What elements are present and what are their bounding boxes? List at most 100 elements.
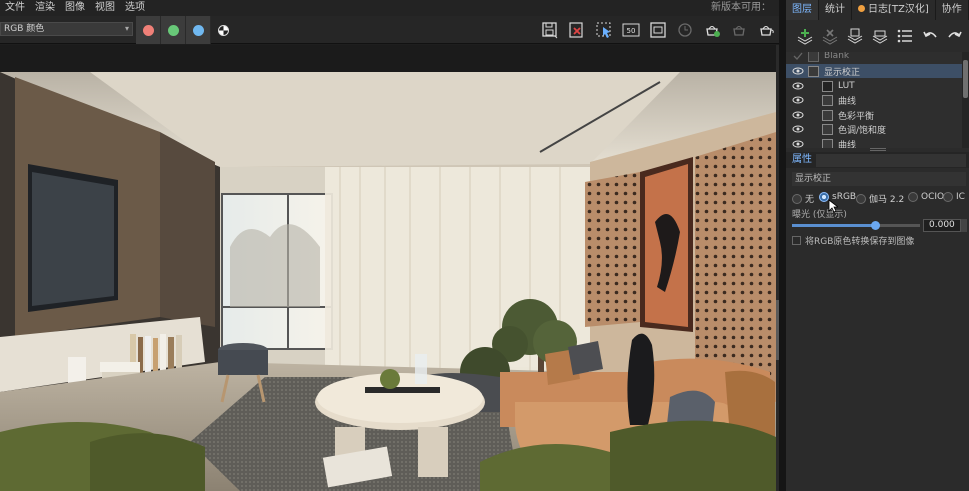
layer-row[interactable]: Blank: [786, 52, 962, 63]
properties-tab[interactable]: 属性: [792, 152, 812, 168]
display-mode-value: RGB 颜色: [4, 24, 45, 34]
save-image-button[interactable]: [537, 18, 563, 42]
undo-icon: [922, 31, 937, 38]
redo-icon: [947, 31, 962, 38]
layers-list: Blank 显示校正 LUT 曲线 色彩平衡 色调/饱和度 曲线: [786, 52, 969, 148]
lock-icon: [678, 23, 692, 37]
fit-window-button[interactable]: [645, 18, 671, 42]
panel-splitter[interactable]: [779, 0, 786, 491]
green-channel-icon: [167, 24, 179, 36]
layer-label: 曲线: [838, 96, 857, 107]
eye-icon[interactable]: [792, 94, 804, 106]
menu-image[interactable]: 图像: [60, 0, 90, 16]
eye-icon[interactable]: [792, 109, 804, 121]
radio-label: 无: [805, 195, 815, 205]
menu-options[interactable]: 选项: [120, 0, 150, 16]
redo-button[interactable]: [942, 24, 967, 48]
list-icon: [897, 29, 912, 43]
hue-saturation-icon: [822, 123, 833, 135]
tab-log-label: 日志[TZ汉化]: [868, 4, 929, 15]
exposure-label: 曝光 (仅显示): [792, 210, 847, 220]
render-viewport[interactable]: [0, 45, 779, 491]
red-channel-button[interactable]: [136, 16, 161, 44]
layers-scrollbar-thumb[interactable]: [963, 60, 968, 98]
layer-list-button[interactable]: [892, 24, 917, 48]
lock-button[interactable]: [672, 18, 698, 42]
exposure-slider-fill: [792, 224, 876, 227]
save-icon: [542, 22, 558, 39]
menu-view[interactable]: 视图: [90, 0, 120, 16]
layer-row[interactable]: 色彩平衡: [786, 108, 962, 122]
save-preset-icon: [847, 28, 862, 44]
render-history-button[interactable]: [699, 18, 725, 42]
display-mode-select[interactable]: RGB 颜色 ▾: [0, 22, 133, 36]
checkmark-icon[interactable]: [792, 52, 804, 62]
curves-icon: [822, 138, 833, 148]
menu-render[interactable]: 渲染: [30, 0, 60, 16]
layer-label: 显示校正: [824, 67, 861, 78]
tab-collab[interactable]: 协作: [935, 0, 969, 20]
radio-button[interactable]: [943, 192, 953, 202]
exposure-value-field[interactable]: 0.000: [923, 219, 961, 232]
save-rgb-primaries-checkbox[interactable]: [792, 236, 801, 245]
layer-row[interactable]: 色调/饱和度: [786, 122, 962, 136]
properties-header: 属性: [786, 152, 969, 168]
radio-icc[interactable]: IC: [943, 192, 965, 202]
toolbar-tools: 50: [536, 16, 779, 44]
eye-icon[interactable]: [792, 80, 804, 92]
living-room-render: [0, 72, 776, 491]
exposure-slider[interactable]: [792, 221, 920, 230]
radio-none[interactable]: 无: [792, 192, 814, 205]
splitter-grip-icon[interactable]: [870, 148, 886, 151]
log-status-icon: [858, 5, 865, 12]
eye-icon[interactable]: [792, 123, 804, 135]
tab-stats[interactable]: 统计: [819, 0, 852, 20]
save-layers-button[interactable]: [842, 24, 867, 48]
exposure-spinner[interactable]: [961, 219, 967, 232]
tab-layers[interactable]: 图层: [786, 0, 819, 20]
properties-title: 显示校正: [792, 172, 966, 186]
correction-mode-radios: 无 sRGB 伽马 2.2 OCIO IC: [786, 192, 969, 206]
panel-tabs: 图层 统计 日志[TZ汉化] 协作: [786, 0, 969, 20]
mono-channel-icon: [218, 24, 229, 36]
load-layers-button[interactable]: [867, 24, 892, 48]
fifty-percent-button[interactable]: 50: [618, 18, 644, 42]
display-correction-icon: [808, 65, 819, 77]
remove-layer-button[interactable]: [817, 24, 842, 48]
radio-button[interactable]: [792, 193, 802, 204]
update-notice[interactable]: 新版本可用：: [711, 0, 771, 16]
radio-ocio[interactable]: OCIO: [908, 192, 944, 202]
eye-icon[interactable]: [792, 65, 804, 77]
teapot-render-button[interactable]: [753, 18, 779, 42]
layer-row[interactable]: 曲线: [786, 93, 962, 107]
eye-icon[interactable]: [792, 138, 804, 148]
menu-file[interactable]: 文件: [0, 0, 30, 16]
channel-buttons: [136, 16, 236, 44]
fifty-percent-icon: 50: [622, 23, 640, 37]
radio-button[interactable]: [856, 193, 866, 204]
layer-row[interactable]: LUT: [786, 79, 962, 93]
clear-image-button[interactable]: [564, 18, 590, 42]
teapot-button[interactable]: [726, 18, 752, 42]
tab-log[interactable]: 日志[TZ汉化]: [852, 0, 936, 20]
blue-channel-button[interactable]: [186, 16, 211, 44]
undo-button[interactable]: [917, 24, 942, 48]
clear-image-icon: [569, 22, 583, 38]
properties-tabbar: [816, 154, 966, 167]
radio-gamma[interactable]: 伽马 2.2: [856, 192, 904, 205]
exposure-slider-thumb[interactable]: [871, 221, 881, 230]
mono-channel-button[interactable]: [211, 16, 236, 44]
region-render-button[interactable]: [591, 18, 617, 42]
curves-icon: [822, 94, 833, 106]
rendered-image: [0, 72, 776, 491]
radio-label: IC: [956, 192, 965, 202]
add-layer-button[interactable]: [792, 24, 817, 48]
layer-row[interactable]: 曲线: [786, 137, 962, 148]
save-rgb-primaries-option[interactable]: 将RGB原色转换保存到图像: [792, 234, 914, 247]
layer-row[interactable]: 显示校正: [786, 64, 962, 78]
radio-button[interactable]: [908, 192, 918, 202]
layer-label: 曲线: [838, 140, 857, 149]
green-channel-button[interactable]: [161, 16, 186, 44]
render-history-icon: [706, 26, 720, 37]
layers-scrollbar[interactable]: [962, 52, 969, 148]
